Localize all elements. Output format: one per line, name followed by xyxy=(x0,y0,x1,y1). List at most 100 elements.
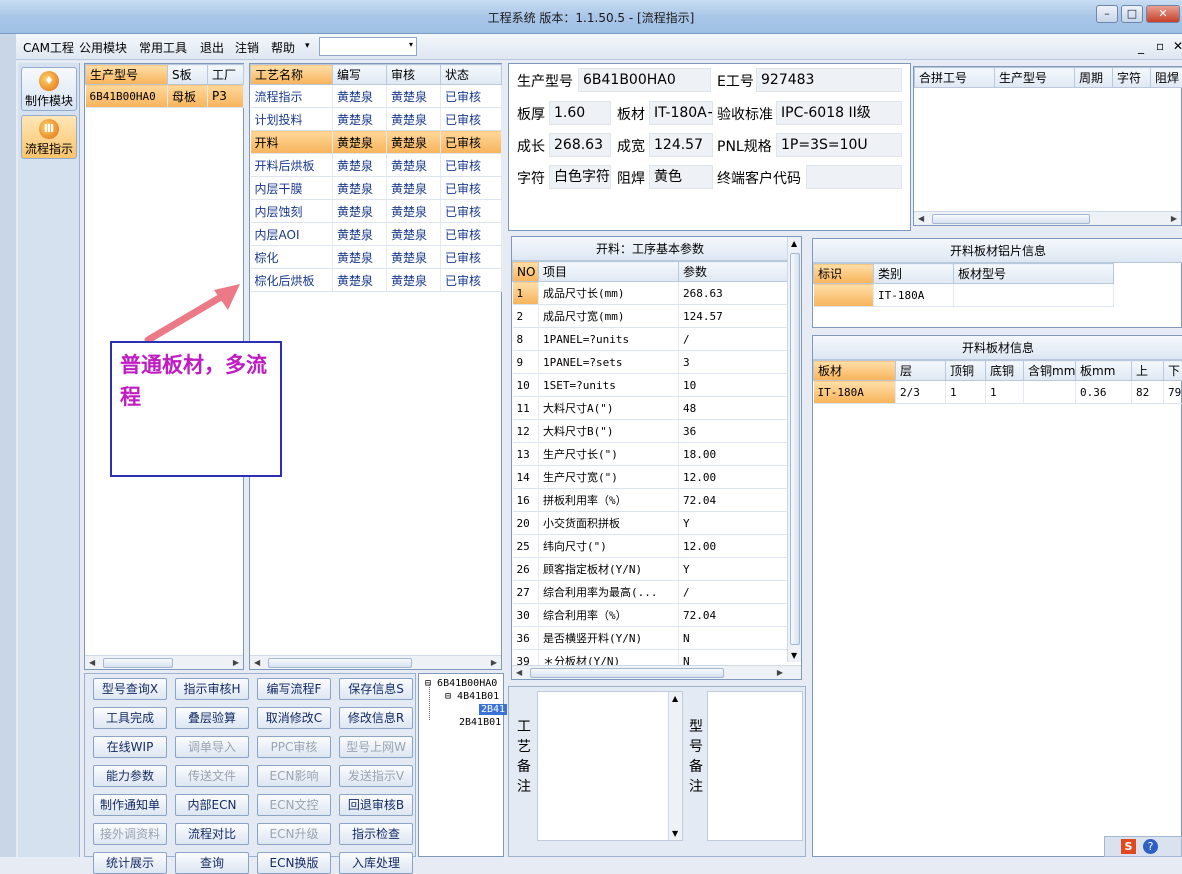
length-field[interactable]: 268.63 xyxy=(549,133,611,157)
action-button[interactable]: ECN影响 xyxy=(257,765,331,787)
col-header[interactable]: NO xyxy=(513,262,539,282)
col-header[interactable]: 工厂 xyxy=(208,65,244,85)
scroll-right-icon[interactable]: ▶ xyxy=(1171,212,1177,226)
table-row[interactable]: 20小交货面积拼板Y xyxy=(513,512,789,535)
material-field[interactable]: IT-180A+ xyxy=(649,101,713,125)
sidebar-item-make-module[interactable]: ♦ 制作模块 xyxy=(21,67,77,111)
action-button[interactable]: ECN换版 xyxy=(257,852,331,874)
table-row[interactable]: 内层AOI黄楚泉黄楚泉已审核 xyxy=(251,223,502,246)
scroll-up-icon[interactable]: ▲ xyxy=(791,239,797,248)
col-header[interactable]: 字符 xyxy=(1113,68,1151,88)
pnl-field[interactable]: 1P=3S=10U xyxy=(776,133,902,157)
action-button[interactable]: 统计展示 xyxy=(93,852,167,874)
s-icon[interactable]: S xyxy=(1121,839,1136,854)
scroll-thumb[interactable] xyxy=(268,658,412,668)
table-row[interactable]: 14生产尺寸宽(")12.00 xyxy=(513,466,789,489)
table-row[interactable]: IT-180A xyxy=(814,284,1114,307)
scroll-thumb[interactable] xyxy=(530,668,724,678)
col-header[interactable]: 参数 xyxy=(679,262,789,282)
scroll-right-icon[interactable]: ▶ xyxy=(777,666,783,680)
action-button[interactable]: 接外调资料 xyxy=(93,823,167,845)
action-button[interactable]: 入库处理 xyxy=(339,852,413,874)
table-row[interactable]: 91PANEL=?sets3 xyxy=(513,351,789,374)
action-button[interactable]: 流程对比 xyxy=(175,823,249,845)
prod-model-field[interactable]: 6B41B00HA0 xyxy=(578,68,711,92)
menu-help[interactable]: 帮助 xyxy=(271,39,295,56)
col-header[interactable]: 板材型号 xyxy=(954,264,1114,284)
scroll-down-icon[interactable]: ▼ xyxy=(791,651,797,660)
table-row[interactable]: 26顾客指定板材(Y/N)Y xyxy=(513,558,789,581)
action-button[interactable]: 调单导入 xyxy=(175,736,249,758)
width-field[interactable]: 124.57 xyxy=(649,133,713,157)
accept-field[interactable]: IPC-6018 II级 xyxy=(776,101,902,125)
col-header[interactable]: 板mm xyxy=(1076,361,1132,381)
help-icon[interactable]: ? xyxy=(1143,839,1158,854)
vertical-scrollbar[interactable]: ▲ ▼ xyxy=(668,692,682,840)
col-header[interactable]: 生产型号 xyxy=(995,68,1075,88)
action-button[interactable]: 在线WIP xyxy=(93,736,167,758)
table-row[interactable]: 棕化黄楚泉黄楚泉已审核 xyxy=(251,246,502,269)
action-button[interactable]: 型号查询X xyxy=(93,678,167,700)
thickness-field[interactable]: 1.60 xyxy=(549,101,611,125)
mdi-restore-button[interactable]: ▫ xyxy=(1156,39,1164,53)
close-button[interactable]: ✕ xyxy=(1146,5,1180,23)
action-button[interactable]: 保存信息S xyxy=(339,678,413,700)
col-header[interactable]: 顶铜 xyxy=(946,361,986,381)
col-header[interactable]: 审核 xyxy=(387,65,441,85)
col-header[interactable]: 底铜 xyxy=(986,361,1024,381)
horizontal-scrollbar[interactable]: ◀ ▶ xyxy=(512,665,801,679)
scroll-right-icon[interactable]: ▶ xyxy=(491,656,497,670)
table-row[interactable]: 25纬向尺寸(")12.00 xyxy=(513,535,789,558)
col-header[interactable]: 周期 xyxy=(1075,68,1113,88)
action-button[interactable]: 指示审核H xyxy=(175,678,249,700)
col-header[interactable]: 含铜mm xyxy=(1024,361,1076,381)
scroll-up-icon[interactable]: ▲ xyxy=(672,694,678,703)
e-no-field[interactable]: 927483 xyxy=(756,68,902,92)
horizontal-scrollbar[interactable]: ◀ ▶ xyxy=(250,655,501,669)
table-row[interactable]: 101SET=?units10 xyxy=(513,374,789,397)
col-header[interactable]: 类别 xyxy=(874,264,954,284)
scroll-thumb[interactable] xyxy=(932,214,1090,224)
scroll-right-icon[interactable]: ▶ xyxy=(233,656,239,670)
scroll-left-icon[interactable]: ◀ xyxy=(516,666,522,680)
menu-cam[interactable]: CAM工程 xyxy=(23,39,74,56)
action-button[interactable]: 叠层验算 xyxy=(175,707,249,729)
horizontal-scrollbar[interactable]: ◀ ▶ xyxy=(85,655,243,669)
action-button[interactable]: 修改信息R xyxy=(339,707,413,729)
action-button[interactable]: 工具完成 xyxy=(93,707,167,729)
process-notes-field[interactable]: ▲ ▼ xyxy=(537,691,683,841)
menu-overflow-arrow[interactable]: ▾ xyxy=(305,41,310,51)
tree-node-root[interactable]: ⊟ 6B41B00HA0 xyxy=(425,678,497,689)
table-row[interactable]: 计划投料黄楚泉黄楚泉已审核 xyxy=(251,108,502,131)
maximize-button[interactable]: □ xyxy=(1121,5,1143,23)
table-row[interactable]: 内层蚀刻黄楚泉黄楚泉已审核 xyxy=(251,200,502,223)
action-button[interactable]: 发送指示V xyxy=(339,765,413,787)
menu-common-tools[interactable]: 常用工具 xyxy=(139,39,187,56)
char-field[interactable]: 白色字符 xyxy=(549,165,611,189)
col-header[interactable]: 状态 xyxy=(441,65,502,85)
scroll-left-icon[interactable]: ◀ xyxy=(89,656,95,670)
col-header[interactable]: 标识 xyxy=(814,264,874,284)
col-header[interactable]: 板材 xyxy=(814,361,896,381)
scroll-left-icon[interactable]: ◀ xyxy=(254,656,260,670)
table-row[interactable]: 内层干膜黄楚泉黄楚泉已审核 xyxy=(251,177,502,200)
table-row[interactable]: 6B41B00HA0母板P3 xyxy=(86,85,244,108)
table-row[interactable]: 16拼板利用率（%）72.04 xyxy=(513,489,789,512)
menu-public-modules[interactable]: 公用模块 xyxy=(79,39,127,56)
table-row[interactable]: IT-180A2/3110.368279 xyxy=(814,381,1182,404)
tree-node-child[interactable]: ⊟ 4B41B01 xyxy=(445,691,499,702)
customer-field[interactable] xyxy=(806,165,902,189)
table-row[interactable]: 27综合利用率为最高(.../ xyxy=(513,581,789,604)
table-row[interactable]: 13生产尺寸长(")18.00 xyxy=(513,443,789,466)
action-button[interactable]: 编写流程F xyxy=(257,678,331,700)
model-notes-field[interactable] xyxy=(707,691,803,841)
table-row[interactable]: 开料黄楚泉黄楚泉已审核 xyxy=(251,131,502,154)
col-header[interactable]: 工艺名称 xyxy=(251,65,333,85)
action-button[interactable]: 制作通知单 xyxy=(93,794,167,816)
action-button[interactable]: PPC审核 xyxy=(257,736,331,758)
table-row[interactable]: 12大料尺寸B(")36 xyxy=(513,420,789,443)
mdi-close-button[interactable]: ✕ xyxy=(1173,39,1182,53)
action-button[interactable]: 查询 xyxy=(175,852,249,874)
action-button[interactable]: ECN升级 xyxy=(257,823,331,845)
table-row[interactable]: 开料后烘板黄楚泉黄楚泉已审核 xyxy=(251,154,502,177)
